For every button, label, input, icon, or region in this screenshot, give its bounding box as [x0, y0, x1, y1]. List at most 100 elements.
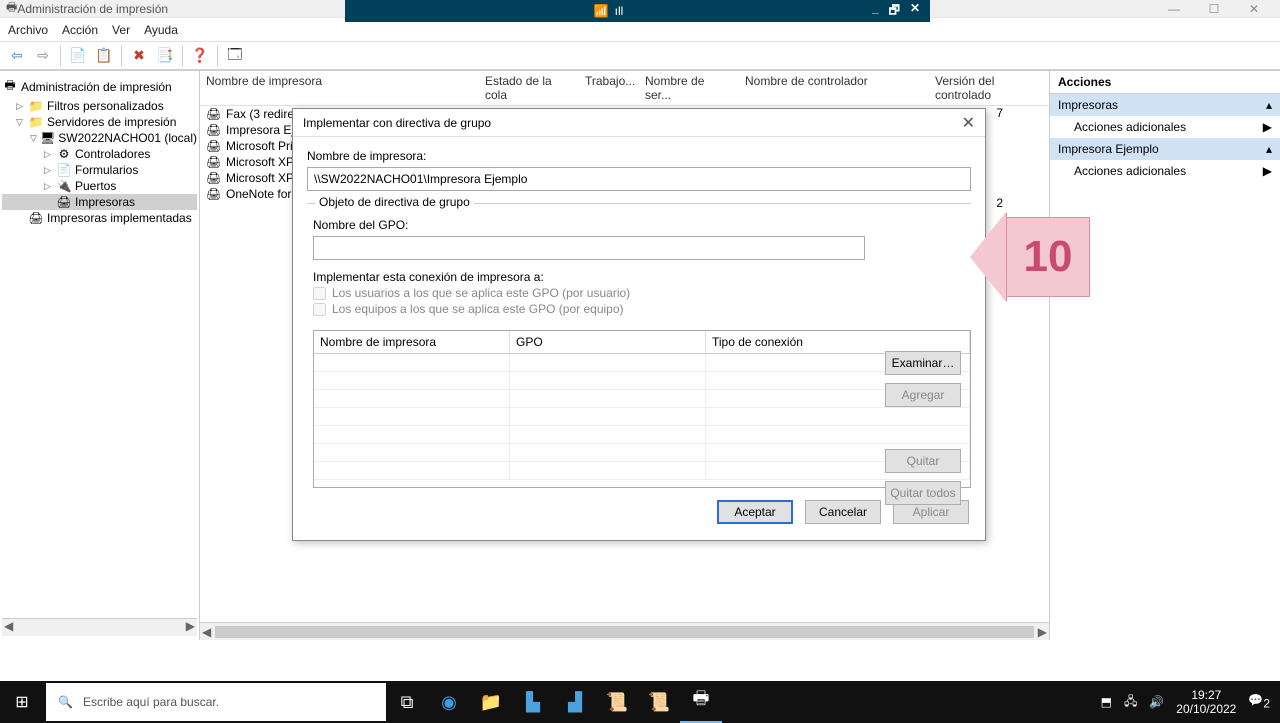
tray-icon[interactable]: ⬒	[1101, 695, 1112, 709]
callout-number: 10	[1024, 232, 1073, 282]
add-button[interactable]: Agregar	[885, 383, 961, 407]
actions-section-printers[interactable]: Impresoras▴	[1050, 94, 1280, 116]
network-icon[interactable]: 🖧	[1124, 692, 1137, 713]
edge-icon[interactable]: ◉	[428, 681, 470, 723]
remove-button[interactable]: Quitar	[885, 449, 961, 473]
actions-item-additional-1[interactable]: Acciones adicionales▶	[1050, 116, 1280, 138]
gpo-name-label: Nombre del GPO:	[313, 218, 971, 232]
back-button[interactable]: ⇦	[6, 45, 28, 67]
accept-button[interactable]: Aceptar	[717, 500, 793, 524]
printer-icon: 🖨	[206, 187, 222, 201]
actions-title: Acciones	[1050, 71, 1280, 94]
remove-all-button[interactable]: Quitar todos	[885, 481, 961, 505]
actions-section-printer-example[interactable]: Impresora Ejemplo▴	[1050, 138, 1280, 160]
delete-button[interactable]: ✖	[128, 45, 150, 67]
col-server[interactable]: Nombre de ser...	[639, 74, 739, 102]
tbtn-6[interactable]: 📑	[154, 45, 176, 67]
app-icon-3[interactable]: 📜	[596, 681, 638, 723]
menu-archivo[interactable]: Archivo	[8, 23, 48, 37]
tree-servers[interactable]: ▽📁Servidores de impresión	[2, 114, 197, 130]
printer-icon: 🖨	[206, 123, 222, 137]
inner-minimize-button[interactable]: _	[872, 1, 879, 22]
tbtn-4[interactable]: 📋	[93, 45, 115, 67]
col-version[interactable]: Versión del controlado	[929, 74, 1049, 102]
gpo-groupbox: Objeto de directiva de grupo Nombre del …	[307, 203, 971, 488]
printer-mgmt-icon: 🖶	[6, 0, 17, 19]
taskbar-search[interactable]: 🔍 Escribe aquí para buscar.	[46, 683, 386, 721]
toolbar: ⇦ ⇨ 📄 📋 ✖ 📑 ❓ 🗔	[0, 42, 1280, 70]
actions-pane: Acciones Impresoras▴ Acciones adicionale…	[1050, 71, 1280, 640]
task-view-icon[interactable]: ⧉	[386, 681, 428, 723]
list-header[interactable]: Nombre de impresora Estado de la cola Tr…	[200, 71, 1049, 106]
chk-per-computer[interactable]: Los equipos a los que se aplica este GPO…	[313, 302, 971, 316]
maximize-button[interactable]: ☐	[1194, 2, 1234, 16]
deploy-to-label: Implementar esta conexión de impresora a…	[313, 270, 971, 284]
sound-icon[interactable]: 🔊	[1149, 695, 1164, 709]
cancel-button[interactable]: Cancelar	[805, 500, 881, 524]
chevron-right-icon: ▶	[1263, 120, 1272, 134]
col-job[interactable]: Trabajo...	[579, 74, 639, 102]
help-button[interactable]: ❓	[189, 45, 211, 67]
tree-filters[interactable]: ▷📁Filtros personalizados	[2, 98, 197, 114]
chevron-right-icon: ▶	[1263, 164, 1272, 178]
dialog-title: Implementar con directiva de grupo	[303, 116, 491, 130]
tbtn-3[interactable]: 📄	[67, 45, 89, 67]
grid-col-printer[interactable]: Nombre de impresora	[314, 331, 510, 353]
collapse-icon: ▴	[1266, 142, 1272, 156]
printer-icon: 🖨	[206, 155, 222, 169]
grid-col-gpo[interactable]: GPO	[510, 331, 706, 353]
tbtn-8[interactable]: 🗔	[224, 45, 246, 67]
taskbar: ⊞ 🔍 Escribe aquí para buscar. ⧉ ◉ 📁 ▙ ▟ …	[0, 681, 1280, 723]
explorer-icon[interactable]: 📁	[470, 681, 512, 723]
start-button[interactable]: ⊞	[0, 681, 44, 723]
examine-button[interactable]: Examinar…	[885, 351, 961, 375]
close-button[interactable]: ✕	[1234, 2, 1274, 16]
tree-forms[interactable]: ▷📄Formularios	[2, 162, 197, 178]
print-mgmt-task-icon[interactable]: 🖶	[680, 681, 722, 723]
nav-tree[interactable]: 🖶Administración de impresión ▷📁Filtros p…	[0, 71, 200, 640]
menu-ayuda[interactable]: Ayuda	[144, 23, 178, 37]
deploy-gpo-dialog: Implementar con directiva de grupo ✕ Nom…	[292, 108, 986, 541]
list-scrollbar[interactable]: ◀▶	[200, 622, 1049, 640]
inner-maximize-button[interactable]: 🗗	[889, 1, 900, 22]
gpo-group-legend: Objeto de directiva de grupo	[315, 195, 474, 209]
app-icon-1[interactable]: ▙	[512, 681, 554, 723]
search-placeholder: Escribe aquí para buscar.	[83, 695, 219, 709]
chk-per-user[interactable]: Los usuarios a los que se aplica este GP…	[313, 286, 971, 300]
search-icon: 🔍	[58, 695, 73, 709]
tree-drivers[interactable]: ▷⚙Controladores	[2, 146, 197, 162]
minimize-button[interactable]: —	[1154, 2, 1194, 16]
printer-icon: 🖨	[206, 139, 222, 153]
grid-col-conn[interactable]: Tipo de conexión	[706, 331, 970, 353]
tree-scrollbar[interactable]: ◀▶	[2, 618, 197, 636]
tree-deployed[interactable]: 🖨Impresoras implementadas	[2, 210, 197, 226]
tree-ports[interactable]: ▷🔌Puertos	[2, 178, 197, 194]
callout-10: 10	[970, 202, 1090, 312]
dialog-close-button[interactable]: ✕	[962, 113, 975, 133]
version-fragment: 7	[996, 106, 1003, 120]
inner-window-titlebar: 📶 ıll _ 🗗 ✕	[345, 0, 930, 22]
tree-server-1[interactable]: ▽🖥SW2022NACHO01 (local)	[2, 130, 197, 146]
printer-name-input[interactable]	[307, 167, 971, 191]
menu-accion[interactable]: Acción	[62, 23, 98, 37]
collapse-icon: ▴	[1266, 98, 1272, 112]
tree-root[interactable]: 🖶Administración de impresión	[2, 75, 197, 98]
actions-item-additional-2[interactable]: Acciones adicionales▶	[1050, 160, 1280, 182]
deploy-grid[interactable]: Nombre de impresora GPO Tipo de conexión	[313, 330, 971, 488]
printer-icon: 🖨	[206, 107, 222, 121]
forward-button[interactable]: ⇨	[32, 45, 54, 67]
notifications-icon[interactable]: 💬2	[1248, 693, 1270, 710]
printer-icon: 🖨	[206, 171, 222, 185]
tree-printers[interactable]: 🖨Impresoras	[2, 194, 197, 210]
system-tray[interactable]: ⬒ 🖧 🔊 19:27 20/10/2022 💬2	[1091, 688, 1280, 717]
app-icon-4[interactable]: 📜	[638, 681, 680, 723]
col-name[interactable]: Nombre de impresora	[200, 74, 479, 102]
signal-icon: 📶	[594, 4, 609, 18]
taskbar-clock[interactable]: 19:27 20/10/2022	[1176, 688, 1236, 717]
col-queue[interactable]: Estado de la cola	[479, 74, 579, 102]
gpo-name-input[interactable]	[313, 236, 865, 260]
inner-close-button[interactable]: ✕	[910, 1, 920, 22]
menu-ver[interactable]: Ver	[112, 23, 130, 37]
app-icon-2[interactable]: ▟	[554, 681, 596, 723]
col-driver[interactable]: Nombre de controlador	[739, 74, 929, 102]
